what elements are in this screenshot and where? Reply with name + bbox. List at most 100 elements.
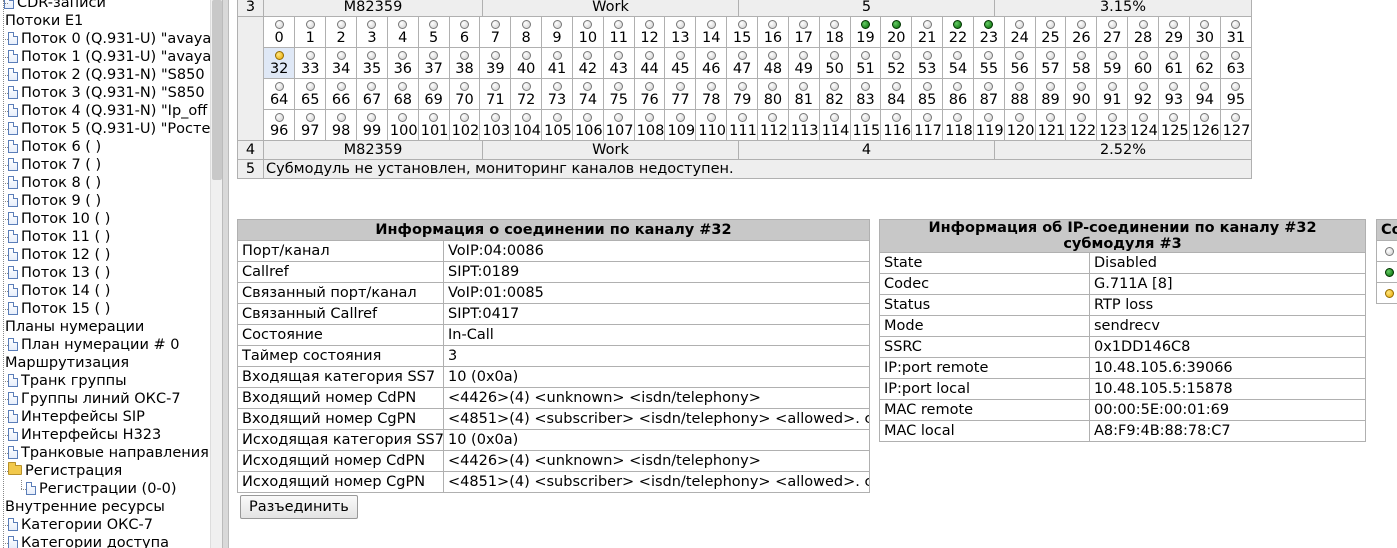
channel-11[interactable]: 11 <box>602 17 635 48</box>
channel-22[interactable]: 22 <box>942 17 974 48</box>
submodule-row-4[interactable]: 4 M82359 Work 4 2.52% <box>237 140 1252 160</box>
channel-39[interactable]: 39 <box>479 47 512 79</box>
channel-35[interactable]: 35 <box>356 47 388 79</box>
channel-50[interactable]: 50 <box>818 47 851 79</box>
channel-71[interactable]: 71 <box>479 78 512 110</box>
channel-41[interactable]: 41 <box>541 47 573 79</box>
channel-108[interactable]: 108 <box>633 109 666 140</box>
channel-97[interactable]: 97 <box>294 109 327 140</box>
channel-90[interactable]: 90 <box>1065 78 1098 110</box>
channel-93[interactable]: 93 <box>1157 78 1190 110</box>
tree-item-stream-9[interactable]: Поток 9 ( ) <box>8 192 101 210</box>
channel-59[interactable]: 59 <box>1096 47 1129 79</box>
channel-85[interactable]: 85 <box>911 78 944 110</box>
tree-item-registration-0[interactable]: Регистрации (0-0) <box>26 480 177 498</box>
tree-folder-numbering[interactable]: Планы нумерации <box>0 318 144 336</box>
channel-120[interactable]: 120 <box>1003 109 1036 140</box>
channel-17[interactable]: 17 <box>787 17 820 48</box>
channel-113[interactable]: 113 <box>787 109 820 140</box>
channel-48[interactable]: 48 <box>757 47 789 79</box>
tree-item-stream-15[interactable]: Поток 15 ( ) <box>8 300 110 318</box>
channel-19[interactable]: 19 <box>849 17 882 48</box>
channel-29[interactable]: 29 <box>1157 17 1190 48</box>
channel-76[interactable]: 76 <box>633 78 666 110</box>
channel-105[interactable]: 105 <box>541 109 573 140</box>
channel-94[interactable]: 94 <box>1188 78 1221 110</box>
channel-13[interactable]: 13 <box>664 17 697 48</box>
channel-27[interactable]: 27 <box>1096 17 1129 48</box>
channel-36[interactable]: 36 <box>386 47 419 79</box>
channel-31[interactable]: 31 <box>1219 17 1251 48</box>
channel-111[interactable]: 111 <box>726 109 758 140</box>
tree-item-cdr[interactable]: CDR-записи <box>4 0 106 12</box>
tree-item-stream-6[interactable]: Поток 6 ( ) <box>8 138 101 156</box>
channel-64[interactable]: 64 <box>264 78 296 110</box>
channel-121[interactable]: 121 <box>1034 109 1067 140</box>
channel-46[interactable]: 46 <box>695 47 728 79</box>
channel-86[interactable]: 86 <box>942 78 974 110</box>
tree-item-stream-7[interactable]: Поток 7 ( ) <box>8 156 101 174</box>
tree-item-stream-8[interactable]: Поток 8 ( ) <box>8 174 101 192</box>
channel-1[interactable]: 1 <box>294 17 327 48</box>
channel-21[interactable]: 21 <box>911 17 944 48</box>
channel-77[interactable]: 77 <box>664 78 697 110</box>
tree-item-stream-11[interactable]: Поток 11 ( ) <box>8 228 110 246</box>
channel-73[interactable]: 73 <box>541 78 573 110</box>
channel-115[interactable]: 115 <box>849 109 882 140</box>
channel-98[interactable]: 98 <box>325 109 358 140</box>
channel-9[interactable]: 9 <box>541 17 573 48</box>
tree-item-stream-13[interactable]: Поток 13 ( ) <box>8 264 110 282</box>
channel-5[interactable]: 5 <box>417 17 450 48</box>
channel-117[interactable]: 117 <box>911 109 944 140</box>
channel-37[interactable]: 37 <box>417 47 450 79</box>
channel-0[interactable]: 0 <box>264 17 296 48</box>
channel-34[interactable]: 34 <box>325 47 358 79</box>
channel-91[interactable]: 91 <box>1096 78 1129 110</box>
channel-65[interactable]: 65 <box>294 78 327 110</box>
channel-32[interactable]: 32 <box>264 47 296 79</box>
channel-106[interactable]: 106 <box>571 109 604 140</box>
channel-104[interactable]: 104 <box>510 109 543 140</box>
tree-item-routing-3[interactable]: Интерфейсы H323 <box>8 426 161 444</box>
channel-23[interactable]: 23 <box>972 17 1005 48</box>
tree-item-routing-0[interactable]: Транк группы <box>8 372 127 390</box>
channel-126[interactable]: 126 <box>1188 109 1221 140</box>
channel-82[interactable]: 82 <box>818 78 851 110</box>
channel-123[interactable]: 123 <box>1096 109 1129 140</box>
tree-item-stream-0[interactable]: Поток 0 (Q.931-U) "avaya <box>8 30 210 48</box>
channel-125[interactable]: 125 <box>1157 109 1190 140</box>
channel-109[interactable]: 109 <box>664 109 697 140</box>
channel-84[interactable]: 84 <box>880 78 913 110</box>
channel-53[interactable]: 53 <box>911 47 944 79</box>
channel-20[interactable]: 20 <box>880 17 913 48</box>
tree-item-internal-0[interactable]: Категории ОКС-7 <box>8 516 153 534</box>
channel-81[interactable]: 81 <box>787 78 820 110</box>
channel-62[interactable]: 62 <box>1188 47 1221 79</box>
channel-33[interactable]: 33 <box>294 47 327 79</box>
channel-67[interactable]: 67 <box>356 78 388 110</box>
tree-folder-streams[interactable]: Потоки E1 <box>0 12 83 30</box>
channel-43[interactable]: 43 <box>602 47 635 79</box>
channel-89[interactable]: 89 <box>1034 78 1067 110</box>
channel-92[interactable]: 92 <box>1127 78 1159 110</box>
channel-52[interactable]: 52 <box>880 47 913 79</box>
channel-119[interactable]: 119 <box>972 109 1005 140</box>
channel-7[interactable]: 7 <box>479 17 512 48</box>
channel-69[interactable]: 69 <box>417 78 450 110</box>
channel-51[interactable]: 51 <box>849 47 882 79</box>
channel-15[interactable]: 15 <box>726 17 758 48</box>
channel-40[interactable]: 40 <box>510 47 543 79</box>
tree-item-stream-10[interactable]: Поток 10 ( ) <box>8 210 110 228</box>
tree-item-stream-5[interactable]: Поток 5 (Q.931-U) "Ростел <box>8 120 210 138</box>
channel-99[interactable]: 99 <box>356 109 388 140</box>
channel-88[interactable]: 88 <box>1003 78 1036 110</box>
tree-item-stream-3[interactable]: Поток 3 (Q.931-N) "S850 <box>8 84 205 102</box>
channel-28[interactable]: 28 <box>1127 17 1159 48</box>
tree-item-stream-1[interactable]: Поток 1 (Q.931-U) "avaya <box>8 48 210 66</box>
channel-96[interactable]: 96 <box>264 109 296 140</box>
channel-8[interactable]: 8 <box>510 17 543 48</box>
channel-10[interactable]: 10 <box>571 17 604 48</box>
channel-6[interactable]: 6 <box>448 17 481 48</box>
channel-101[interactable]: 101 <box>417 109 450 140</box>
channel-18[interactable]: 18 <box>818 17 851 48</box>
